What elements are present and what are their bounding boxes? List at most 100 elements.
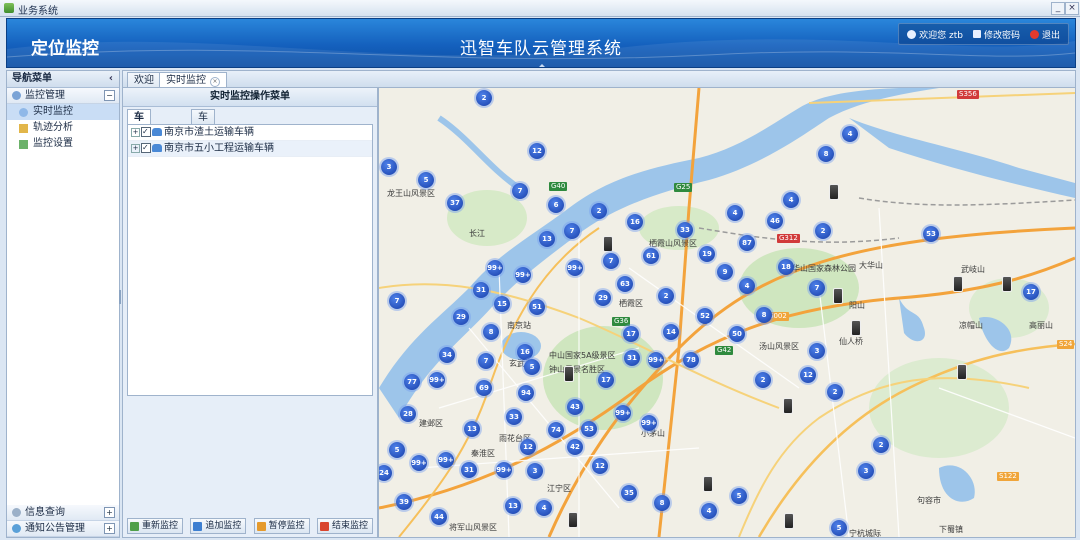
vehicle-cluster-marker[interactable]: 5: [524, 359, 540, 375]
vehicle-cluster-marker[interactable]: 99+: [411, 455, 427, 471]
logout-link[interactable]: 退出: [1029, 28, 1060, 41]
vehicle-cluster-marker[interactable]: 2: [873, 437, 889, 453]
vehicle-cluster-marker[interactable]: 4: [739, 278, 755, 294]
vehicle-cluster-marker[interactable]: 99+: [615, 405, 631, 421]
vehicle-cluster-marker[interactable]: 8: [756, 307, 772, 323]
vehicle-marker[interactable]: [564, 366, 574, 382]
nav-splitter[interactable]: [119, 290, 121, 304]
nav-item-settings[interactable]: 监控设置: [7, 136, 119, 152]
vehicle-cluster-marker[interactable]: 99+: [648, 352, 664, 368]
vehicle-cluster-marker[interactable]: 14: [663, 324, 679, 340]
tree-node[interactable]: + ✓ 南京市五小工程运输车辆: [128, 141, 372, 157]
vehicle-marker[interactable]: [784, 513, 794, 529]
tab-realtime[interactable]: 实时监控 ×: [159, 72, 227, 88]
vehicle-cluster-marker[interactable]: 31: [624, 350, 640, 366]
vehicle-cluster-marker[interactable]: 87: [739, 235, 755, 251]
vehicle-cluster-marker[interactable]: 16: [627, 214, 643, 230]
add-monitor-button[interactable]: 追加监控: [190, 518, 247, 534]
vehicle-cluster-marker[interactable]: 31: [473, 282, 489, 298]
vehicle-cluster-marker[interactable]: 17: [1023, 284, 1039, 300]
vehicle-cluster-marker[interactable]: 42: [567, 439, 583, 455]
vehicle-cluster-marker[interactable]: 5: [831, 520, 847, 536]
vehicle-cluster-marker[interactable]: 94: [518, 385, 534, 401]
vehicle-cluster-marker[interactable]: 46: [767, 213, 783, 229]
vehicle-cluster-marker[interactable]: 2: [591, 203, 607, 219]
vehicle-cluster-marker[interactable]: 12: [529, 143, 545, 159]
vehicle-cluster-marker[interactable]: 4: [842, 126, 858, 142]
vehicle-cluster-marker[interactable]: 4: [536, 500, 552, 516]
vehicle-marker[interactable]: [851, 320, 861, 336]
vehicle-marker[interactable]: [829, 184, 839, 200]
restart-monitor-button[interactable]: 重新监控: [127, 518, 184, 534]
vehicle-cluster-marker[interactable]: 7: [478, 353, 494, 369]
vehicle-cluster-marker[interactable]: 3: [527, 463, 543, 479]
vehicle-cluster-marker[interactable]: 17: [623, 326, 639, 342]
expand-toggle-icon[interactable]: +: [104, 523, 115, 534]
vehicle-cluster-marker[interactable]: 33: [677, 222, 693, 238]
vehicle-cluster-marker[interactable]: 99+: [515, 267, 531, 283]
vehicle-cluster-marker[interactable]: 53: [923, 226, 939, 242]
vehicle-cluster-marker[interactable]: 3: [809, 343, 825, 359]
vehicle-cluster-marker[interactable]: 4: [701, 503, 717, 519]
vehicle-cluster-marker[interactable]: 63: [617, 276, 633, 292]
vehicle-cluster-marker[interactable]: 7: [564, 223, 580, 239]
vehicle-cluster-marker[interactable]: 13: [505, 498, 521, 514]
vehicle-marker[interactable]: [568, 512, 578, 528]
vehicle-cluster-marker[interactable]: 2: [658, 288, 674, 304]
checkbox[interactable]: ✓: [141, 127, 151, 137]
expand-icon[interactable]: +: [131, 128, 140, 137]
vehicle-cluster-marker[interactable]: 6: [548, 197, 564, 213]
vehicle-cluster-marker[interactable]: 99+: [429, 372, 445, 388]
vehicle-marker[interactable]: [1002, 276, 1012, 292]
vehicle-cluster-marker[interactable]: 8: [483, 324, 499, 340]
vehicle-cluster-marker[interactable]: 99+: [567, 260, 583, 276]
vehicle-cluster-marker[interactable]: 2: [827, 384, 843, 400]
close-button[interactable]: ×: [1065, 2, 1079, 15]
vehicle-marker[interactable]: [783, 398, 793, 414]
vehicle-cluster-marker[interactable]: 7: [512, 183, 528, 199]
close-tab-icon[interactable]: ×: [210, 77, 220, 87]
vehicle-cluster-marker[interactable]: 7: [389, 293, 405, 309]
vehicle-cluster-marker[interactable]: 13: [539, 231, 555, 247]
vehicle-cluster-marker[interactable]: 12: [592, 458, 608, 474]
vehicle-cluster-marker[interactable]: 3: [381, 159, 397, 175]
vehicle-cluster-marker[interactable]: 33: [506, 409, 522, 425]
vehicle-cluster-marker[interactable]: 99+: [496, 462, 512, 478]
vehicle-cluster-marker[interactable]: 51: [529, 299, 545, 315]
vehicle-cluster-marker[interactable]: 77: [404, 374, 420, 390]
vehicle-cluster-marker[interactable]: 19: [699, 246, 715, 262]
vehicle-cluster-marker[interactable]: 78: [683, 352, 699, 368]
vehicle-cluster-marker[interactable]: 16: [517, 344, 533, 360]
stop-monitor-button[interactable]: 结束监控: [316, 518, 373, 534]
header-collapse-grip[interactable]: [539, 64, 545, 67]
subtab-plate-search[interactable]: 车牌查询: [191, 109, 215, 168]
nav-collapse-icon[interactable]: ‹: [109, 71, 113, 87]
vehicle-cluster-marker[interactable]: 39: [396, 494, 412, 510]
vehicle-cluster-marker[interactable]: 12: [800, 367, 816, 383]
vehicle-cluster-marker[interactable]: 17: [598, 372, 614, 388]
nav-section-monitoring[interactable]: 监控管理 −: [7, 88, 119, 104]
vehicle-cluster-marker[interactable]: 28: [400, 406, 416, 422]
vehicle-cluster-marker[interactable]: 12: [520, 439, 536, 455]
change-password-link[interactable]: 修改密码: [972, 28, 1020, 41]
nav-item-track[interactable]: 轨迹分析: [7, 120, 119, 136]
pause-monitor-button[interactable]: 暂停监控: [253, 518, 310, 534]
nav-section-info-query[interactable]: 信息查询 +: [7, 505, 119, 521]
vehicle-cluster-marker[interactable]: 4: [783, 192, 799, 208]
vehicle-cluster-marker[interactable]: 99+: [487, 260, 503, 276]
vehicle-cluster-marker[interactable]: 7: [809, 280, 825, 296]
vehicle-cluster-marker[interactable]: 37: [447, 195, 463, 211]
vehicle-cluster-marker[interactable]: 29: [595, 290, 611, 306]
subtab-vehicle-tree[interactable]: 车辆树选择: [127, 109, 151, 183]
vehicle-cluster-marker[interactable]: 52: [697, 308, 713, 324]
vehicle-marker[interactable]: [603, 236, 613, 252]
vehicle-cluster-marker[interactable]: 15: [494, 296, 510, 312]
nav-item-realtime[interactable]: 实时监控: [7, 104, 119, 120]
vehicle-cluster-marker[interactable]: 34: [439, 347, 455, 363]
expand-toggle-icon[interactable]: +: [104, 507, 115, 518]
vehicle-cluster-marker[interactable]: 61: [643, 248, 659, 264]
vehicle-cluster-marker[interactable]: 8: [818, 146, 834, 162]
vehicle-cluster-marker[interactable]: 44: [431, 509, 447, 525]
nav-section-notice[interactable]: 通知公告管理 +: [7, 521, 119, 537]
tree-node[interactable]: + ✓ 南京市渣土运输车辆: [128, 125, 372, 141]
